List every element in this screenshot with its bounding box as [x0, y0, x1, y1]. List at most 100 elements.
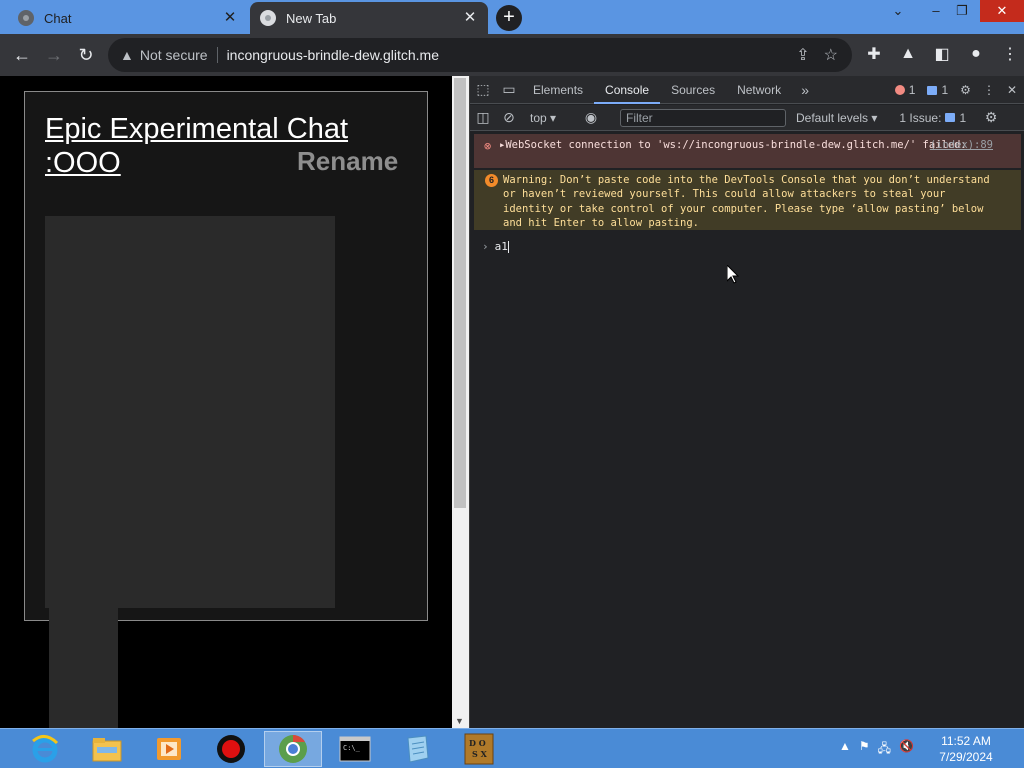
message-counter[interactable]: 1 — [927, 83, 948, 97]
tab-network[interactable]: Network — [726, 76, 792, 104]
system-tray: ▲ ⚑ 🖧 🔇 11:52 AM 7/29/2024 — [839, 729, 1024, 768]
warning-triangle-icon[interactable]: ▲ — [120, 47, 134, 63]
bookmark-star-icon[interactable]: ☆ — [824, 45, 838, 65]
tab-title: New Tab — [286, 10, 337, 26]
menu-kebab-icon[interactable]: ⋮ — [998, 42, 1022, 66]
page-viewport: Epic Experimental Chat :OOO Rename — [0, 76, 452, 728]
console-error-message[interactable]: ⊗ ▸WebSocket connection to 'ws://incongr… — [474, 134, 1021, 168]
error-icon — [894, 85, 905, 95]
inspect-element-icon[interactable]: ⬚ — [470, 81, 496, 98]
context-label: top — [530, 110, 547, 125]
console-prompt[interactable]: › a1 — [482, 240, 509, 253]
error-text: ▸WebSocket connection to 'ws://incongruo… — [499, 139, 967, 151]
issues-count: 1 — [959, 110, 967, 125]
labs-flask-icon[interactable]: ▲ — [896, 42, 920, 66]
issue-icon — [945, 113, 956, 122]
live-expression-eye-icon[interactable]: ◉ — [578, 109, 604, 126]
page-scrollbar[interactable]: ▼ — [452, 76, 469, 728]
action-center-flag-icon[interactable]: ⚑ — [859, 739, 870, 760]
message-input-area[interactable] — [49, 606, 118, 728]
devtools-close-icon[interactable]: ✕ — [1007, 83, 1017, 97]
svg-text:S X: S X — [472, 749, 488, 759]
share-icon[interactable]: ⇪ — [796, 45, 809, 65]
restore-button[interactable]: ❐ — [944, 0, 980, 22]
reload-icon[interactable]: ↻ — [70, 39, 102, 71]
profile-avatar-icon[interactable]: ● — [964, 42, 988, 66]
warning-count-badge: 6 — [485, 174, 498, 187]
extensions-icon[interactable]: ✚ — [862, 42, 886, 66]
console-settings-gear-icon[interactable]: ⚙ — [978, 109, 1004, 126]
error-counter[interactable]: 1 — [894, 83, 916, 97]
more-tabs-icon[interactable]: » — [792, 82, 818, 98]
console-output: ⊗ ▸WebSocket connection to 'ws://incongr… — [470, 132, 1024, 728]
issues-button[interactable]: 1 Issue: 1 — [899, 111, 966, 125]
sidebar-toggle-icon[interactable]: ◫ — [470, 109, 496, 126]
levels-label: Default levels — [796, 110, 869, 125]
tab-sources[interactable]: Sources — [660, 76, 726, 104]
svg-text:C:\_: C:\_ — [343, 744, 361, 752]
device-toolbar-icon[interactable]: ▭ — [496, 81, 522, 98]
warning-text: Warning: Don’t paste code into the DevTo… — [503, 174, 990, 229]
message-list — [45, 216, 335, 608]
notepad-icon[interactable] — [388, 731, 446, 767]
text-caret — [507, 241, 509, 253]
prompt-chevron-icon: › — [482, 240, 489, 253]
clock-date: 7/29/2024 — [939, 750, 993, 764]
error-x-icon: ⊗ — [484, 139, 492, 153]
security-label[interactable]: Not secure — [140, 47, 208, 63]
tab-strip: Chat ✕ New Tab ✕ + ⌄ – ❐ ✕ — [0, 0, 1024, 34]
rename-button[interactable]: Rename — [297, 146, 398, 177]
tab-new-tab[interactable]: New Tab ✕ — [250, 2, 488, 34]
console-input[interactable]: a1 — [495, 240, 508, 253]
context-selector[interactable]: top ▾ — [530, 111, 578, 125]
error-source-link[interactable]: (index):89 — [930, 138, 993, 152]
filter-input[interactable]: Filter — [620, 108, 786, 127]
chrome-icon — [260, 10, 276, 26]
clock[interactable]: 11:52 AM 7/29/2024 — [928, 733, 1004, 765]
volume-muted-icon[interactable]: 🔇 — [899, 739, 914, 760]
console-warning-message: 6 Warning: Don’t paste code into the Dev… — [474, 170, 1021, 230]
close-tab-icon[interactable]: ✕ — [462, 10, 478, 26]
close-tab-icon[interactable]: ✕ — [222, 10, 238, 26]
chrome-taskbar-icon[interactable] — [264, 731, 322, 767]
message-count: 1 — [941, 83, 949, 97]
back-icon[interactable]: ← — [6, 39, 38, 71]
scrollbar-thumb[interactable] — [454, 78, 466, 508]
internet-explorer-icon[interactable] — [16, 731, 74, 767]
clock-time: 11:52 AM — [941, 734, 991, 748]
console-toolbar: ◫ ⊘ top ▾ ◉ Filter Default levels ▾ 1 Is… — [470, 105, 1024, 131]
tab-title: Chat — [44, 10, 72, 26]
error-count: 1 — [908, 83, 916, 97]
taskbar: C:\_ D OS X ▲ ⚑ 🖧 🔇 11:52 AM 7/29/2024 — [0, 728, 1024, 768]
dosbox-icon[interactable]: D OS X — [450, 731, 508, 767]
side-panel-icon[interactable]: ◧ — [930, 42, 954, 66]
forward-icon[interactable]: → — [38, 39, 70, 71]
address-bar[interactable]: ▲ Not secure incongruous-brindle-dew.gli… — [108, 38, 852, 72]
browser-toolbar: ← → ↻ ▲ Not secure incongruous-brindle-d… — [0, 34, 1024, 76]
tab-chat[interactable]: Chat ✕ — [8, 2, 248, 34]
globe-icon — [18, 10, 34, 26]
media-player-icon[interactable] — [140, 731, 198, 767]
command-prompt-icon[interactable]: C:\_ — [326, 731, 384, 767]
settings-gear-icon[interactable]: ⚙ — [960, 83, 971, 97]
window-close-button[interactable]: ✕ — [980, 0, 1024, 22]
devtools-menu-icon[interactable]: ⋮ — [983, 83, 995, 97]
tab-search-icon[interactable]: ⌄ — [880, 0, 916, 22]
record-icon[interactable] — [202, 731, 260, 767]
issues-label: 1 Issue: — [899, 110, 942, 125]
url-text[interactable]: incongruous-brindle-dew.glitch.me — [227, 47, 439, 63]
chat-container: Epic Experimental Chat :OOO Rename — [24, 91, 428, 621]
svg-text:D O: D O — [469, 738, 486, 748]
devtools-tabbar: ⬚ ▭ Elements Console Sources Network » 1… — [470, 76, 1024, 104]
clear-console-icon[interactable]: ⊘ — [496, 109, 522, 126]
message-icon — [927, 85, 938, 95]
scroll-down-icon[interactable]: ▼ — [455, 716, 464, 726]
network-icon[interactable]: 🖧 — [878, 739, 891, 760]
new-tab-button[interactable]: + — [496, 5, 522, 31]
tab-elements[interactable]: Elements — [522, 76, 594, 104]
log-levels-dropdown[interactable]: Default levels ▾ — [796, 111, 877, 125]
devtools-panel: ⬚ ▭ Elements Console Sources Network » 1… — [469, 76, 1024, 728]
file-explorer-icon[interactable] — [78, 731, 136, 767]
tab-console[interactable]: Console — [594, 76, 661, 104]
show-hidden-icons-icon[interactable]: ▲ — [839, 739, 851, 760]
